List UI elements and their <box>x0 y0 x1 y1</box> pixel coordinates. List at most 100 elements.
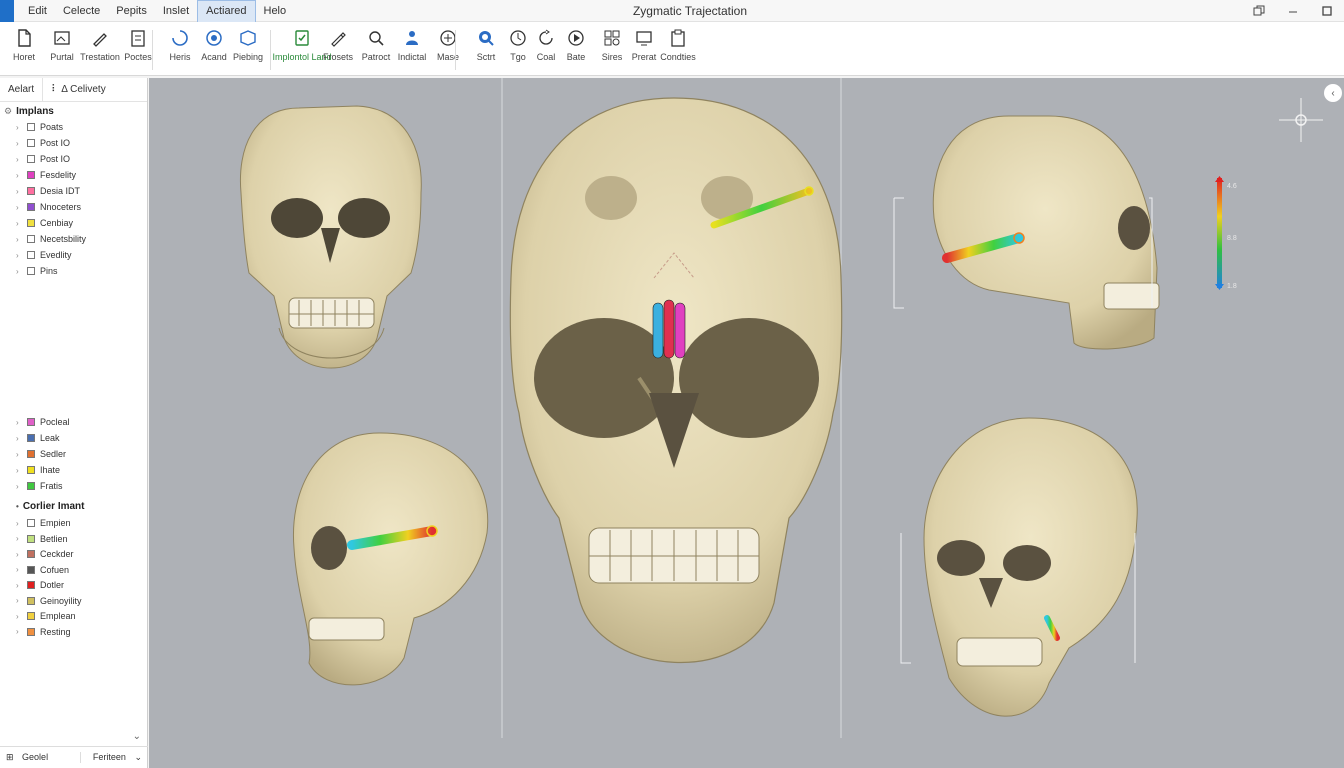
chevron-right-icon[interactable]: › <box>16 450 22 459</box>
chevron-right-icon[interactable]: › <box>16 550 22 559</box>
3d-viewport[interactable]: 4.6 8.8 1.8 ‹ <box>149 78 1344 768</box>
tab-celivety[interactable]: ⠇ Δ Celivety <box>42 77 114 102</box>
tab-aelart[interactable]: Aelart <box>0 78 42 102</box>
tree-item[interactable]: › Poats <box>16 120 63 134</box>
tool-box-button[interactable]: Piebing <box>228 28 268 72</box>
tree-item-label: Fratis <box>40 481 63 491</box>
tree-item[interactable]: › Fratis <box>16 479 63 493</box>
tool-label: Condties <box>660 52 696 62</box>
implant-rod-left[interactable] <box>652 302 664 359</box>
tree-item[interactable]: › Nnoceters <box>16 200 81 214</box>
tree-item[interactable]: › Dotler <box>16 578 64 592</box>
clock-icon <box>510 30 526 46</box>
tree-item[interactable]: › Ceckder <box>16 547 74 561</box>
tree-item[interactable]: › Resting <box>16 625 71 639</box>
tree-item[interactable]: › Post IO <box>16 136 70 150</box>
group-bullet-icon: • <box>16 502 19 511</box>
tree-item[interactable]: › Desia IDT <box>16 184 80 198</box>
chevron-right-icon[interactable]: › <box>16 187 22 196</box>
tool-play-circle-button[interactable]: Bate <box>556 28 596 72</box>
color-swatch <box>27 418 35 426</box>
tree-item[interactable]: › Necetsbility <box>16 232 86 246</box>
color-swatch <box>27 171 35 179</box>
chevron-right-icon[interactable]: › <box>16 155 22 164</box>
tree-root[interactable]: ⚙ Implans <box>4 106 54 117</box>
chevron-right-icon[interactable]: › <box>16 251 22 260</box>
chevron-right-icon[interactable]: › <box>16 519 22 528</box>
menu-item-0[interactable]: Edit <box>20 0 55 22</box>
tree-item[interactable]: › Ihate <box>16 463 60 477</box>
tree-item-label: Empien <box>40 518 71 528</box>
tree-item[interactable]: › Cenbiay <box>16 216 73 230</box>
tool-clipboard-button[interactable]: Condties <box>658 28 698 72</box>
chevron-right-icon[interactable]: › <box>16 123 22 132</box>
app-logo <box>0 0 14 22</box>
chevron-right-icon[interactable]: › <box>16 267 22 276</box>
tool-magnifier-button[interactable]: Patroct <box>356 28 396 72</box>
tree-item[interactable]: › Emplean <box>16 609 76 623</box>
collapse-view-button[interactable]: ‹ <box>1324 84 1342 102</box>
footer-left[interactable]: ⊞ Geolel <box>0 752 60 763</box>
navigation-gizmo-icon[interactable] <box>1279 98 1323 142</box>
tree-item[interactable]: › Cofuen <box>16 563 69 577</box>
viewport-scene: 4.6 8.8 1.8 <box>239 78 1323 738</box>
tool-file-button[interactable]: Horet <box>4 28 44 72</box>
tree-item[interactable]: › Geinoyility <box>16 594 82 608</box>
skull-oblique[interactable] <box>900 417 1138 717</box>
menu-item-1[interactable]: Celecte <box>55 0 108 22</box>
menu-item-2[interactable]: Pepits <box>108 0 155 22</box>
color-swatch <box>27 155 35 163</box>
tree-item[interactable]: › Betlien <box>16 532 68 546</box>
tool-pen-button[interactable]: Trestation <box>80 28 120 72</box>
footer-right-dropdown[interactable]: Feriteen ⌄ <box>79 752 148 763</box>
tool-image-button[interactable]: Purtal <box>42 28 82 72</box>
tool-person-button[interactable]: Indictal <box>392 28 432 72</box>
tree-item[interactable]: › Evedlity <box>16 248 72 262</box>
tree-item-label: Post IO <box>40 154 71 164</box>
chevron-right-icon[interactable]: › <box>16 418 22 427</box>
chevron-right-icon[interactable]: › <box>16 171 22 180</box>
tree-item[interactable]: › Empien <box>16 516 71 530</box>
chevron-right-icon[interactable]: › <box>16 534 22 543</box>
scroll-down-icon[interactable]: ⌄ <box>133 731 141 742</box>
skull-lateral-left[interactable] <box>292 432 489 686</box>
tool-plus-circle-button[interactable]: Mase <box>428 28 468 72</box>
chevron-right-icon[interactable]: › <box>16 565 22 574</box>
tool-pencil-button[interactable]: Frosets <box>318 28 358 72</box>
tree-item[interactable]: › Sedler <box>16 447 66 461</box>
menu-item-4[interactable]: Actiared <box>197 0 256 22</box>
chevron-right-icon[interactable]: › <box>16 203 22 212</box>
chevron-right-icon[interactable]: › <box>16 612 22 621</box>
minimize-window-button[interactable] <box>1276 0 1310 22</box>
magnifier-icon <box>369 31 384 46</box>
tree-item[interactable]: › Post IO <box>16 152 70 166</box>
implant-rod-right[interactable] <box>674 302 686 359</box>
menu-item-3[interactable]: Inslet <box>155 0 197 22</box>
tool-implant-button[interactable]: Implontol Land <box>272 28 332 72</box>
chevron-right-icon[interactable]: › <box>16 596 22 605</box>
tree-item[interactable]: › Pocleal <box>16 415 70 429</box>
maximize-window-button[interactable] <box>1310 0 1344 22</box>
chevron-right-icon[interactable]: › <box>16 581 22 590</box>
tree-item[interactable]: › Leak <box>16 431 60 445</box>
chevron-right-icon[interactable]: › <box>16 627 22 636</box>
tree-item[interactable]: › Pins <box>16 264 58 278</box>
maximize-icon <box>1322 6 1332 16</box>
skull-frontal-small[interactable] <box>239 105 422 369</box>
skull-frontal-large[interactable] <box>509 97 843 663</box>
menu-item-5[interactable]: Helo <box>256 0 295 22</box>
chevron-right-icon[interactable]: › <box>16 466 22 475</box>
chevron-right-icon[interactable]: › <box>16 235 22 244</box>
chevron-right-icon[interactable]: › <box>16 434 22 443</box>
legend-tick-mid: 8.8 <box>1227 235 1237 242</box>
restore-window-button[interactable] <box>1242 0 1276 22</box>
skull-lateral-right[interactable] <box>893 115 1160 350</box>
chevron-right-icon[interactable]: › <box>16 139 22 148</box>
chevron-right-icon[interactable]: › <box>16 482 22 491</box>
tree-item[interactable]: › Fesdelity <box>16 168 76 182</box>
chevron-right-icon[interactable]: › <box>16 219 22 228</box>
tree-group-header[interactable]: • Corlier Imant <box>16 501 85 512</box>
implant-rod-center[interactable] <box>663 299 675 359</box>
screen-icon <box>636 31 652 46</box>
tree-item-label: Pocleal <box>40 417 70 427</box>
